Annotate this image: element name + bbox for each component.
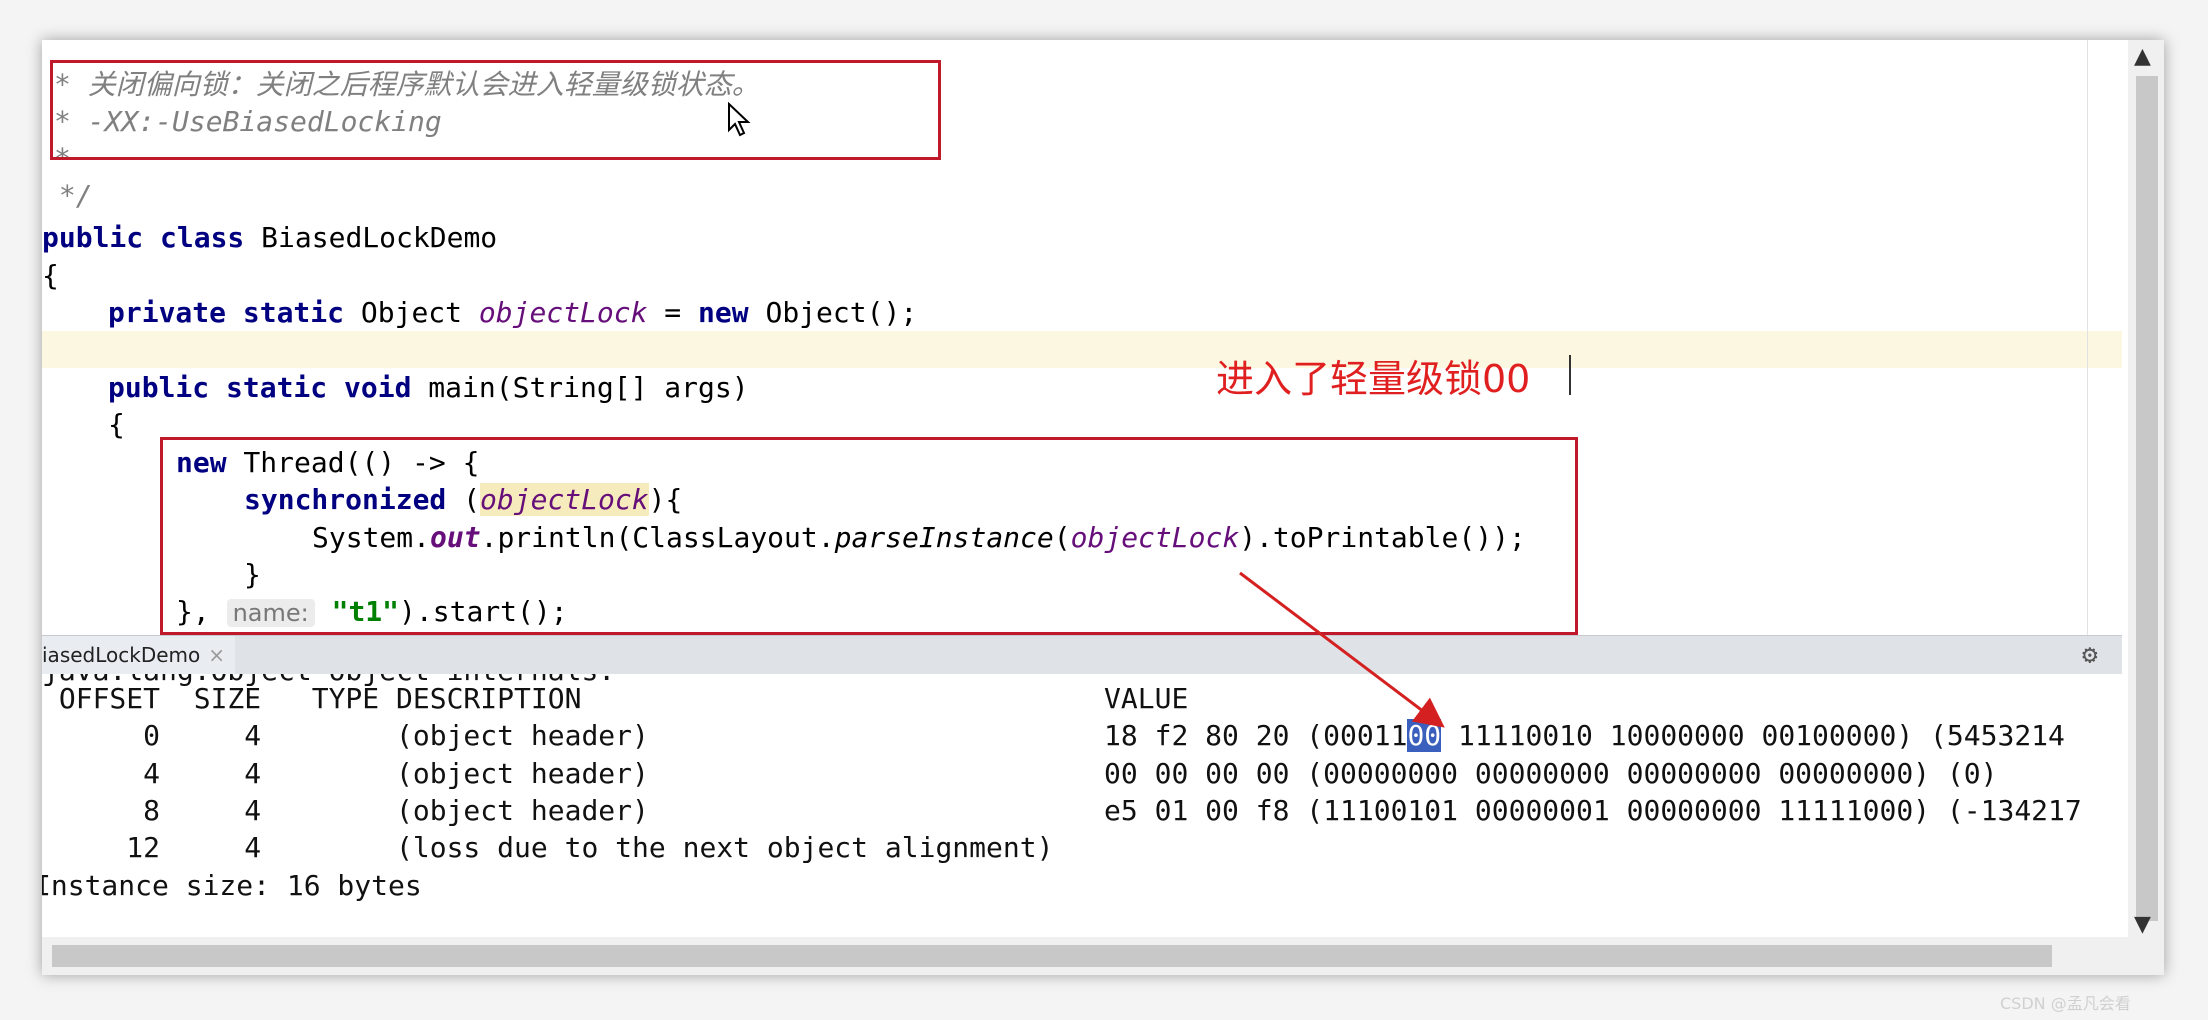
operator: = <box>647 296 699 329</box>
selected-bits: 00 <box>1407 719 1442 752</box>
main-method-line: public static void main(String[] args) <box>108 369 749 406</box>
console-output[interactable]: java.lang.Object object internals: OFFSE… <box>42 674 2122 975</box>
method-signature: main(String[] args) <box>411 371 749 404</box>
run-tab[interactable]: iasedLockDemo × <box>42 636 236 674</box>
scroll-down-icon[interactable]: ▼ <box>2134 912 2151 937</box>
annotation-text: 进入了轻量级锁00 <box>1216 357 1531 401</box>
current-line-highlight <box>42 331 2122 368</box>
console-row-2: 8 4 (object header) e5 01 00 f8 (1110010… <box>42 794 2082 827</box>
keyword: private static <box>108 296 345 329</box>
scroll-up-icon[interactable]: ▲ <box>2134 44 2151 69</box>
brace: { <box>108 408 125 441</box>
comment-highlight-box <box>50 60 941 160</box>
right-margin-guide <box>2087 40 2088 635</box>
console-instance-size: Instance size: 16 bytes <box>42 869 422 902</box>
keyword: public static void <box>108 371 412 404</box>
console-row-3: 12 4 (loss due to the next object alignm… <box>42 831 1054 864</box>
horizontal-scroll-thumb[interactable] <box>52 945 2052 967</box>
close-icon[interactable]: × <box>208 643 225 667</box>
type-name: Object <box>344 296 479 329</box>
code-highlight-box <box>160 437 1578 635</box>
brace-line: { <box>42 257 59 294</box>
brace: { <box>42 259 59 292</box>
ide-window: * 关闭偏向锁：关闭之后程序默认会进入轻量级锁状态。 * -XX:-UseBia… <box>42 40 2164 975</box>
mouse-cursor-icon <box>728 102 751 137</box>
code-text: Object(); <box>748 296 918 329</box>
class-name: BiasedLockDemo <box>244 221 498 254</box>
console-text: 11110010 10000000 00100000) (5453214 <box>1441 719 2065 752</box>
field-name: objectLock <box>478 296 648 329</box>
console-header: OFFSET SIZE TYPE DESCRIPTION VALUE <box>42 682 1189 715</box>
comment-line-4: */ <box>42 177 93 214</box>
console-row-1: 4 4 (object header) 00 00 00 00 (0000000… <box>42 757 1998 790</box>
console-text: 0 4 (object header) 18 f2 80 20 (00011 <box>42 719 1408 752</box>
console-row-0: 0 4 (object header) 18 f2 80 20 (0001100… <box>42 717 2065 754</box>
vertical-scrollbar[interactable]: ▲ ▼ <box>2128 40 2164 975</box>
watermark: CSDN @孟凡会看 <box>2000 994 2131 1013</box>
gear-icon[interactable]: ⚙ <box>2082 640 2098 670</box>
horizontal-scrollbar[interactable] <box>42 937 2128 975</box>
keyword: public class <box>42 221 245 254</box>
code-editor[interactable]: * 关闭偏向锁：关闭之后程序默认会进入轻量级锁状态。 * -XX:-UseBia… <box>42 40 2122 635</box>
text-caret <box>1569 355 1571 395</box>
vertical-scroll-thumb[interactable] <box>2136 76 2158 921</box>
keyword: new <box>698 296 749 329</box>
class-declaration-line: public class BiasedLockDemo <box>42 219 497 256</box>
field-declaration-line: private static Object objectLock = new O… <box>108 294 917 331</box>
tab-label: iasedLockDemo <box>42 643 201 667</box>
comment-text: */ <box>42 179 93 212</box>
method-brace-line: { <box>108 406 125 443</box>
run-tab-bar: iasedLockDemo × ⚙ <box>42 635 2122 675</box>
